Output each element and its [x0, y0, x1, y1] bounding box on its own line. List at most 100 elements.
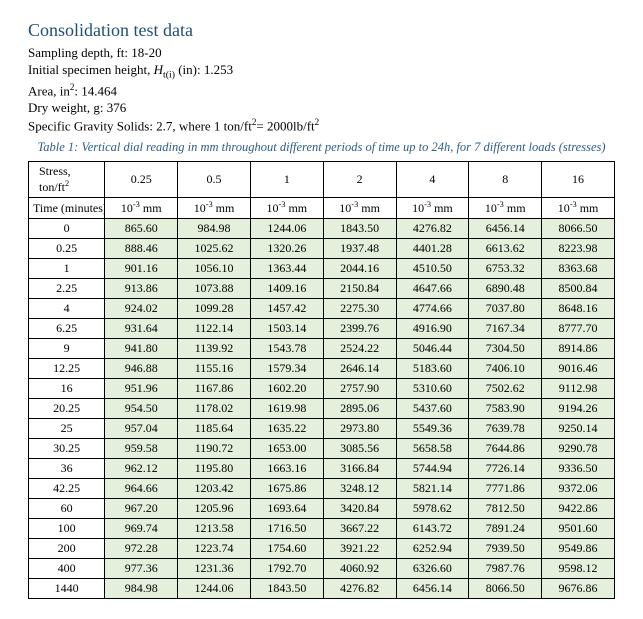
cell-value: 8066.50: [469, 579, 542, 599]
cell-value: 7639.78: [469, 419, 542, 439]
cell-value: 8500.84: [542, 279, 615, 299]
table-row: 30.25959.581190.721653.003085.565658.587…: [29, 439, 615, 459]
cell-value: 7771.86: [469, 479, 542, 499]
cell-value: 3921.22: [323, 539, 396, 559]
cell-value: 8223.98: [542, 239, 615, 259]
cell-value: 865.60: [105, 219, 178, 239]
cell-value: 9598.12: [542, 559, 615, 579]
cell-value: 9290.78: [542, 439, 615, 459]
cell-value: 2044.16: [323, 259, 396, 279]
cell-value: 7583.90: [469, 399, 542, 419]
cell-value: 2646.14: [323, 359, 396, 379]
cell-value: 1231.36: [178, 559, 251, 579]
cell-value: 1073.88: [178, 279, 251, 299]
cell-value: 1099.28: [178, 299, 251, 319]
cell-value: 4060.92: [323, 559, 396, 579]
row-time: 16: [29, 379, 105, 399]
cell-value: 9676.86: [542, 579, 615, 599]
cell-value: 7812.50: [469, 499, 542, 519]
cell-value: 8066.50: [542, 219, 615, 239]
table-row: 16951.961167.861602.202757.905310.607502…: [29, 379, 615, 399]
cell-value: 969.74: [105, 519, 178, 539]
cell-value: 7726.14: [469, 459, 542, 479]
row-time: 0.25: [29, 239, 105, 259]
cell-value: 7502.62: [469, 379, 542, 399]
cell-value: 962.12: [105, 459, 178, 479]
cell-value: 1244.06: [178, 579, 251, 599]
data-table: Stress, ton/ft2 0.25 0.5 1 2 4 8 16 Time…: [28, 161, 615, 599]
cell-value: 7891.24: [469, 519, 542, 539]
row-time: 2.25: [29, 279, 105, 299]
cell-value: 6143.72: [396, 519, 469, 539]
cell-value: 946.88: [105, 359, 178, 379]
cell-value: 4916.90: [396, 319, 469, 339]
col-header-unit-6: 10-3 mm: [542, 198, 615, 219]
cell-value: 1155.16: [178, 359, 251, 379]
cell-value: 9016.46: [542, 359, 615, 379]
cell-value: 4510.50: [396, 259, 469, 279]
cell-value: 6890.48: [469, 279, 542, 299]
row-time: 4: [29, 299, 105, 319]
row-time: 25: [29, 419, 105, 439]
col-header-unit-4: 10-3 mm: [396, 198, 469, 219]
cell-value: 7987.76: [469, 559, 542, 579]
document-title: Consolidation test data: [28, 20, 615, 41]
cell-value: 1716.50: [250, 519, 323, 539]
row-time: 200: [29, 539, 105, 559]
cell-value: 1056.10: [178, 259, 251, 279]
cell-value: 924.02: [105, 299, 178, 319]
cell-value: 977.36: [105, 559, 178, 579]
cell-value: 1409.16: [250, 279, 323, 299]
cell-value: 1213.58: [178, 519, 251, 539]
cell-value: 8777.70: [542, 319, 615, 339]
table-row: 400977.361231.361792.704060.926326.60798…: [29, 559, 615, 579]
cell-value: 913.86: [105, 279, 178, 299]
table-caption: Table 1: Vertical dial reading in mm thr…: [28, 140, 615, 155]
meta-specific-gravity: Specific Gravity Solids: 2.7, where 1 to…: [28, 117, 615, 134]
row-time: 400: [29, 559, 105, 579]
cell-value: 5437.60: [396, 399, 469, 419]
cell-value: 1122.14: [178, 319, 251, 339]
col-header-unit-5: 10-3 mm: [469, 198, 542, 219]
cell-value: 7304.50: [469, 339, 542, 359]
cell-value: 5658.58: [396, 439, 469, 459]
cell-value: 941.80: [105, 339, 178, 359]
cell-value: 951.96: [105, 379, 178, 399]
row-time: 0: [29, 219, 105, 239]
cell-value: 2150.84: [323, 279, 396, 299]
cell-value: 7167.34: [469, 319, 542, 339]
meta-dry-weight: Dry weight, g: 376: [28, 100, 615, 116]
table-row: 200972.281223.741754.603921.226252.94793…: [29, 539, 615, 559]
table-row: 1901.161056.101363.442044.164510.506753.…: [29, 259, 615, 279]
cell-value: 6252.94: [396, 539, 469, 559]
cell-value: 1693.64: [250, 499, 323, 519]
table-row: 42.25964.661203.421675.863248.125821.147…: [29, 479, 615, 499]
cell-value: 3420.84: [323, 499, 396, 519]
row-time: 100: [29, 519, 105, 539]
cell-value: 967.20: [105, 499, 178, 519]
cell-value: 3166.84: [323, 459, 396, 479]
cell-value: 1223.74: [178, 539, 251, 559]
row-time: 30.25: [29, 439, 105, 459]
cell-value: 1663.16: [250, 459, 323, 479]
table-row: 4924.021099.281457.422275.304774.667037.…: [29, 299, 615, 319]
cell-value: 2275.30: [323, 299, 396, 319]
cell-value: 9112.98: [542, 379, 615, 399]
cell-value: 1320.26: [250, 239, 323, 259]
table-row: 0865.60984.981244.061843.504276.826456.1…: [29, 219, 615, 239]
cell-value: 9194.26: [542, 399, 615, 419]
cell-value: 6613.62: [469, 239, 542, 259]
cell-value: 5978.62: [396, 499, 469, 519]
cell-value: 9549.86: [542, 539, 615, 559]
cell-value: 6326.60: [396, 559, 469, 579]
table-row: 0.25888.461025.621320.261937.484401.2866…: [29, 239, 615, 259]
col-header-load-3: 2: [323, 162, 396, 198]
cell-value: 4401.28: [396, 239, 469, 259]
cell-value: 1190.72: [178, 439, 251, 459]
cell-value: 957.04: [105, 419, 178, 439]
table-row: 2.25913.861073.881409.162150.844647.6668…: [29, 279, 615, 299]
cell-value: 3085.56: [323, 439, 396, 459]
cell-value: 5744.94: [396, 459, 469, 479]
col-header-load-5: 8: [469, 162, 542, 198]
cell-value: 2399.76: [323, 319, 396, 339]
